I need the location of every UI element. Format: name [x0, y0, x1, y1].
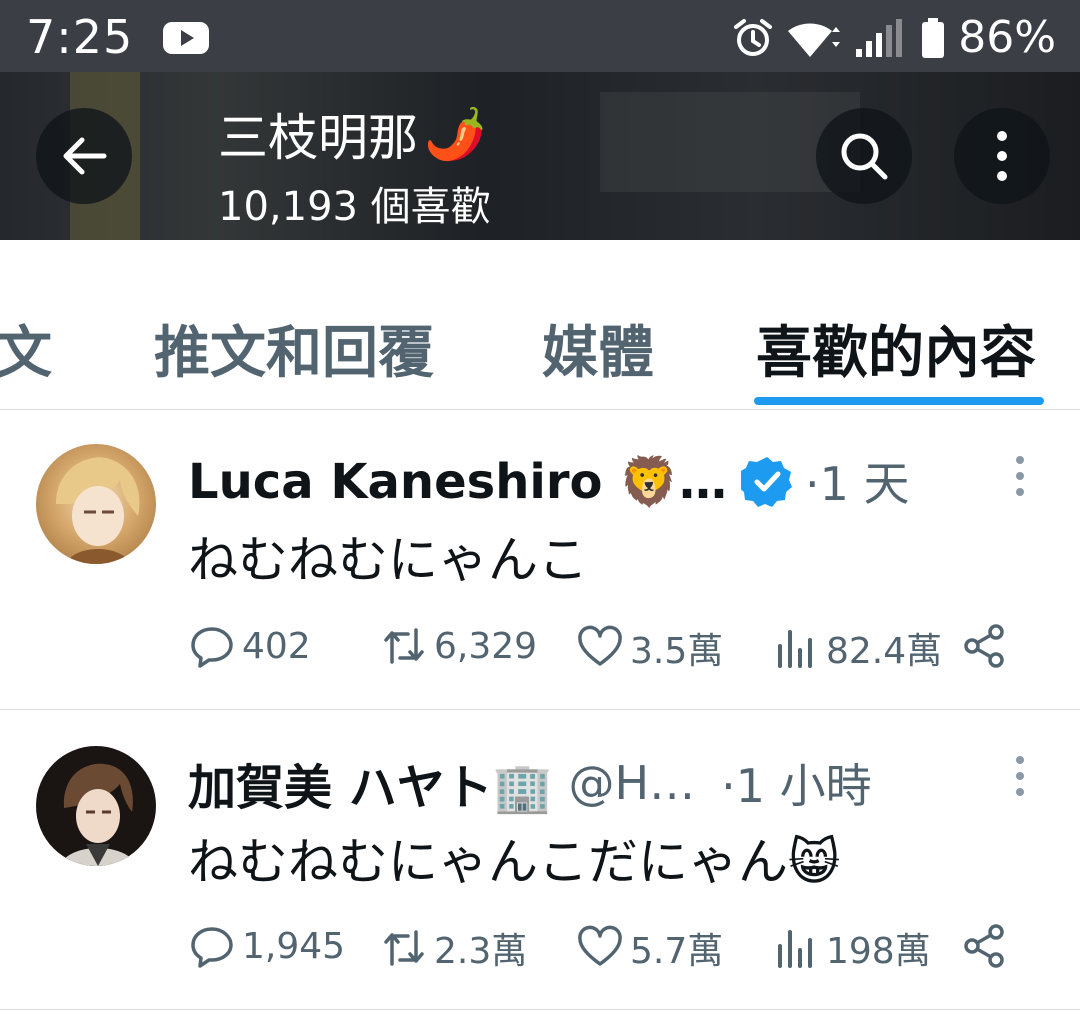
signal-icon [856, 18, 903, 57]
profile-name: 三枝明那 🌶️ [218, 98, 486, 170]
tweet-time: ·1 天 [804, 457, 910, 511]
reply-button[interactable]: 1,945 [188, 922, 345, 970]
avatar[interactable] [36, 444, 156, 564]
views-chart-icon [778, 930, 812, 968]
retweet-count: 2.3萬 [434, 931, 528, 972]
tweet-header: 加賀美 ハヤト🏢 @H… ·1 小時 [188, 748, 872, 818]
retweet-icon [384, 930, 424, 966]
tweet-more-button[interactable] [1012, 456, 1028, 496]
youtube-notification-icon [163, 22, 209, 54]
tweet-header: Luca Kaneshiro 🦁… ·1 天 [188, 448, 909, 514]
reply-icon [191, 627, 233, 668]
tweet-actions: 402 6,329 3.5萬 82.4萬 [188, 622, 1018, 682]
battery-icon [922, 17, 945, 58]
author-name[interactable]: 加賀美 ハヤト🏢 [188, 748, 552, 818]
back-arrow-icon [63, 137, 107, 175]
profile-tabs: 文 推文和回覆 媒體 喜歡的內容 [0, 240, 1080, 410]
reply-count: 1,945 [242, 925, 346, 967]
more-vertical-icon [997, 131, 1007, 181]
tab-media[interactable]: 媒體 [542, 308, 654, 389]
battery-percent: 86% [958, 12, 1056, 63]
retweet-count: 6,329 [434, 625, 538, 667]
views-count: 82.4萬 [826, 631, 943, 672]
avatar[interactable] [36, 746, 156, 866]
views-chart-icon [778, 630, 812, 668]
tweet-text: ねむねむにゃんこ [188, 531, 588, 589]
search-button[interactable] [816, 108, 912, 204]
verified-badge-icon [740, 457, 792, 507]
back-button[interactable] [36, 108, 132, 204]
alarm-icon [734, 18, 773, 56]
retweet-button[interactable]: 6,329 [380, 622, 537, 670]
reply-icon [191, 927, 233, 968]
tab-likes[interactable]: 喜歡的內容 [756, 308, 1036, 389]
active-tab-indicator [754, 397, 1044, 405]
tweet[interactable]: Luca Kaneshiro 🦁… ·1 天 ねむねむにゃんこ 402 6,32… [0, 410, 1080, 710]
tweet-time: ·1 小時 [721, 759, 872, 813]
more-options-button[interactable] [954, 108, 1050, 204]
wifi-icon [788, 22, 841, 57]
author-handle[interactable]: @H… [568, 756, 695, 810]
profile-name-text: 三枝明那 [218, 109, 418, 167]
views-button[interactable]: 198萬 [772, 922, 931, 974]
tweet-text: ねむねむにゃんこだにゃん😸 [188, 833, 841, 891]
status-bar: 7:25 86% [0, 0, 1080, 72]
share-icon [964, 924, 1004, 968]
author-name[interactable]: Luca Kaneshiro 🦁… [188, 453, 727, 510]
tweet[interactable]: 加賀美 ハヤト🏢 @H… ·1 小時 ねむねむにゃんこだにゃん😸 1,945 2… [0, 710, 1080, 1010]
search-icon [841, 133, 888, 180]
status-icons: 86% [732, 12, 1056, 63]
reply-button[interactable]: 402 [188, 622, 311, 670]
like-button[interactable]: 3.5萬 [576, 622, 723, 674]
heart-icon [578, 625, 622, 666]
retweet-button[interactable]: 2.3萬 [380, 922, 527, 974]
reply-count: 402 [242, 625, 311, 667]
heart-icon [578, 925, 622, 966]
like-button[interactable]: 5.7萬 [576, 922, 723, 974]
share-button[interactable] [960, 922, 1008, 970]
profile-header: 三枝明那 🌶️ 10,193 個喜歡 [0, 72, 1080, 240]
share-icon [964, 624, 1004, 668]
status-time: 7:25 [26, 10, 134, 64]
likes-count: 10,193 個喜歡 [218, 184, 491, 230]
share-button[interactable] [960, 622, 1008, 670]
tweet-more-button[interactable] [1012, 756, 1028, 796]
views-button[interactable]: 82.4萬 [772, 622, 942, 674]
like-count: 5.7萬 [630, 931, 724, 972]
views-count: 198萬 [826, 931, 931, 972]
like-count: 3.5萬 [630, 631, 724, 672]
tab-posts-and-replies[interactable]: 推文和回覆 [154, 308, 434, 389]
chili-emoji: 🌶️ [424, 104, 487, 163]
tab-posts[interactable]: 文 [0, 308, 52, 389]
retweet-icon [384, 628, 424, 664]
tweet-actions: 1,945 2.3萬 5.7萬 198萬 [188, 922, 1018, 982]
